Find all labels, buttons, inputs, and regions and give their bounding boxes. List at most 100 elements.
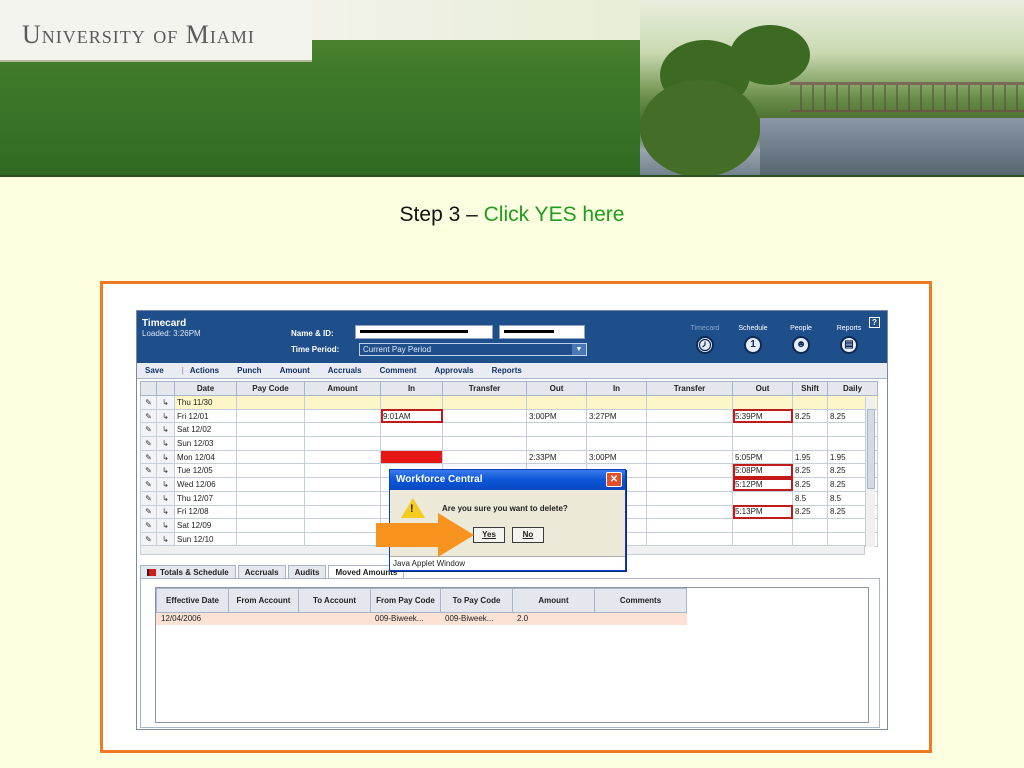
- transfer-icon[interactable]: ↳: [156, 490, 175, 506]
- row-out[interactable]: [526, 422, 587, 438]
- nav-reports[interactable]: Reports ▤: [831, 325, 867, 354]
- menu-actions[interactable]: Actions: [190, 366, 219, 375]
- close-icon[interactable]: ✕: [606, 472, 622, 487]
- row-transfer-2[interactable]: [646, 518, 733, 533]
- row-pay-code[interactable]: [236, 436, 305, 451]
- edit-icon[interactable]: ✎: [140, 395, 157, 410]
- row-in[interactable]: [380, 395, 443, 410]
- row-pay-code[interactable]: [236, 531, 305, 547]
- edit-icon[interactable]: ✎: [140, 408, 157, 424]
- row-shift[interactable]: 8.25: [792, 408, 828, 424]
- row-transfer[interactable]: [442, 395, 527, 410]
- row-date[interactable]: Sat 12/02: [174, 422, 237, 438]
- row-date[interactable]: Sun 12/10: [174, 531, 237, 547]
- row-date[interactable]: Tue 12/05: [174, 463, 237, 479]
- row-in[interactable]: [380, 449, 443, 465]
- transfer-icon[interactable]: ↳: [156, 436, 175, 451]
- row-amount[interactable]: [304, 518, 381, 533]
- row-shift[interactable]: 8.25: [792, 504, 828, 520]
- transfer-icon[interactable]: ↳: [156, 477, 175, 492]
- row-transfer-2[interactable]: [646, 449, 733, 465]
- edit-icon[interactable]: ✎: [140, 518, 157, 533]
- edit-icon[interactable]: ✎: [140, 436, 157, 451]
- row-out-2[interactable]: [732, 531, 793, 547]
- row-out[interactable]: 2:33PM: [526, 449, 587, 465]
- row-shift[interactable]: 8.25: [792, 477, 828, 492]
- row-out-2[interactable]: [732, 422, 793, 438]
- row-transfer-2[interactable]: [646, 477, 733, 492]
- moved-row[interactable]: 12/04/2006 009-Biweek... 009-Biweek... 2…: [156, 612, 687, 625]
- row-out[interactable]: [526, 395, 587, 410]
- grid-vertical-scrollbar[interactable]: [865, 397, 875, 547]
- row-pay-code[interactable]: [236, 504, 305, 520]
- row-out-2[interactable]: [732, 490, 793, 506]
- menu-accruals[interactable]: Accruals: [328, 366, 362, 375]
- nav-timecard[interactable]: Timecard: [687, 325, 723, 354]
- row-date[interactable]: Sat 12/09: [174, 518, 237, 533]
- row-pay-code[interactable]: [236, 449, 305, 465]
- row-in-2[interactable]: [586, 395, 647, 410]
- row-amount[interactable]: [304, 436, 381, 451]
- edit-icon[interactable]: ✎: [140, 504, 157, 520]
- edit-icon[interactable]: ✎: [140, 422, 157, 438]
- row-pay-code[interactable]: [236, 463, 305, 479]
- row-pay-code[interactable]: [236, 490, 305, 506]
- row-amount[interactable]: [304, 504, 381, 520]
- yes-button[interactable]: Yes: [473, 527, 505, 543]
- row-pay-code[interactable]: [236, 408, 305, 424]
- row-transfer-2[interactable]: [646, 490, 733, 506]
- transfer-icon[interactable]: ↳: [156, 395, 175, 410]
- row-pay-code[interactable]: [236, 422, 305, 438]
- transfer-icon[interactable]: ↳: [156, 422, 175, 438]
- row-in-2[interactable]: 3:00PM: [586, 449, 647, 465]
- row-out-2[interactable]: 5:08PM: [732, 463, 793, 479]
- transfer-icon[interactable]: ↳: [156, 463, 175, 479]
- row-in-2[interactable]: 3:27PM: [586, 408, 647, 424]
- row-transfer-2[interactable]: [646, 422, 733, 438]
- row-out-2[interactable]: 5:39PM: [732, 408, 793, 424]
- row-transfer-2[interactable]: [646, 408, 733, 424]
- row-pay-code[interactable]: [236, 477, 305, 492]
- tab-audits[interactable]: Audits: [287, 565, 327, 579]
- menu-punch[interactable]: Punch: [237, 366, 261, 375]
- row-date[interactable]: Mon 12/04: [174, 449, 237, 465]
- chevron-down-icon[interactable]: ▼: [572, 344, 586, 355]
- menu-save[interactable]: Save: [145, 366, 164, 375]
- row-out-2[interactable]: 5:05PM: [732, 449, 793, 465]
- table-row[interactable]: ✎ ↳ Fri 12/01 9:01AM 3:00PM 3:27PM 5:39PM 8.25 8…: [140, 408, 878, 424]
- row-in[interactable]: [380, 436, 443, 451]
- row-transfer-2[interactable]: [646, 531, 733, 547]
- row-in[interactable]: 9:01AM: [380, 408, 443, 424]
- row-amount[interactable]: [304, 422, 381, 438]
- edit-icon[interactable]: ✎: [140, 477, 157, 492]
- row-shift[interactable]: [792, 436, 828, 451]
- row-pay-code[interactable]: [236, 395, 305, 410]
- help-button[interactable]: ?: [869, 317, 880, 328]
- row-shift[interactable]: [792, 518, 828, 533]
- id-field[interactable]: [499, 325, 585, 339]
- row-transfer[interactable]: [442, 449, 527, 465]
- edit-icon[interactable]: ✎: [140, 490, 157, 506]
- row-out[interactable]: 3:00PM: [526, 408, 587, 424]
- row-shift[interactable]: [792, 531, 828, 547]
- row-date[interactable]: Wed 12/06: [174, 477, 237, 492]
- row-amount[interactable]: [304, 395, 381, 410]
- row-transfer-2[interactable]: [646, 463, 733, 479]
- row-date[interactable]: Thu 11/30: [174, 395, 237, 410]
- transfer-icon[interactable]: ↳: [156, 504, 175, 520]
- row-transfer-2[interactable]: [646, 436, 733, 451]
- row-shift[interactable]: 8.25: [792, 463, 828, 479]
- row-date[interactable]: Sun 12/03: [174, 436, 237, 451]
- row-pay-code[interactable]: [236, 518, 305, 533]
- row-amount[interactable]: [304, 477, 381, 492]
- row-shift[interactable]: 8.5: [792, 490, 828, 506]
- row-date[interactable]: Thu 12/07: [174, 490, 237, 506]
- dialog-titlebar[interactable]: Workforce Central ✕: [390, 470, 625, 490]
- row-amount[interactable]: [304, 449, 381, 465]
- menu-reports[interactable]: Reports: [492, 366, 522, 375]
- row-amount[interactable]: [304, 408, 381, 424]
- row-date[interactable]: Fri 12/01: [174, 408, 237, 424]
- no-button[interactable]: No: [512, 527, 544, 543]
- nav-schedule[interactable]: Schedule 1: [735, 325, 771, 354]
- row-transfer-2[interactable]: [646, 504, 733, 520]
